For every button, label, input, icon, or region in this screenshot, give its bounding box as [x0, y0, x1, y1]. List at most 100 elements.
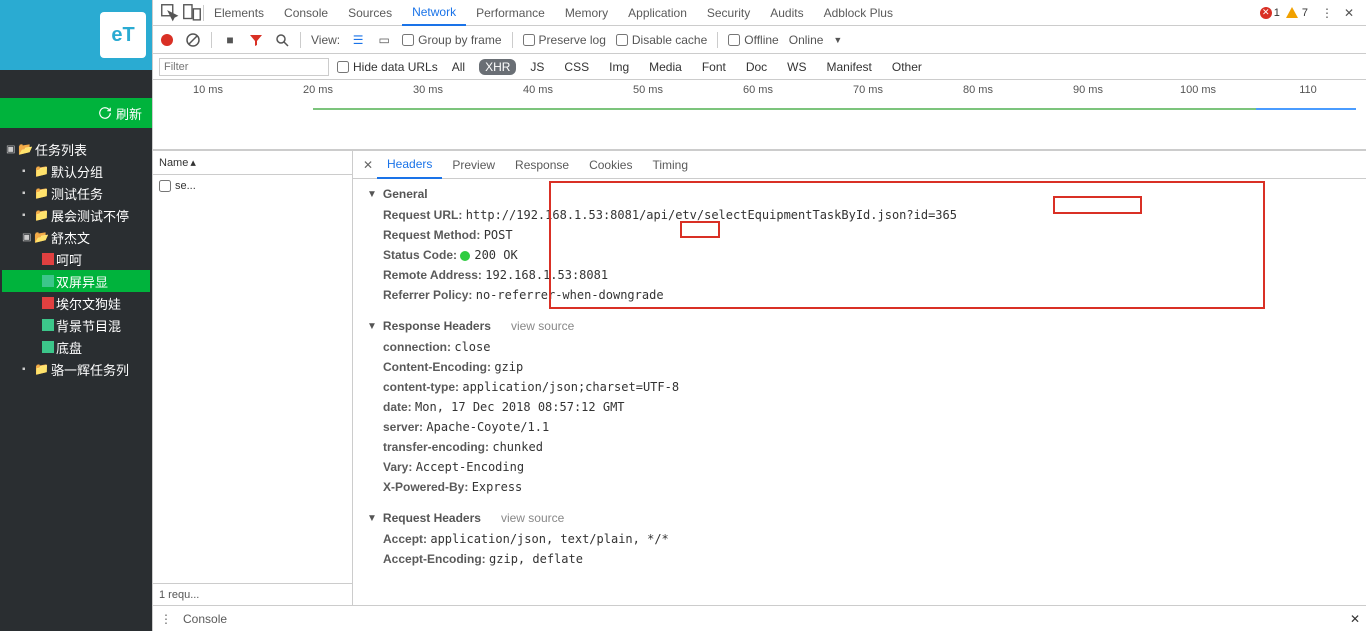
tree-root[interactable]: ▣📂任务列表 [2, 138, 150, 160]
tab-audits[interactable]: Audits [760, 0, 813, 26]
offline[interactable]: Offline [728, 33, 778, 47]
tree-leaf[interactable]: 背景节目混 [2, 314, 150, 336]
filter-input[interactable] [159, 58, 329, 76]
inspect-icon[interactable] [159, 2, 181, 24]
app-header: eT [0, 0, 152, 70]
preserve-log[interactable]: Preserve log [523, 33, 606, 47]
view-source-link[interactable]: view source [511, 319, 574, 333]
tl-tick: 30 ms [373, 84, 483, 96]
close-drawer-icon[interactable]: ✕ [1350, 612, 1360, 626]
tab-adblock[interactable]: Adblock Plus [814, 0, 903, 26]
tree-node[interactable]: ▣📂舒杰文 [2, 226, 150, 248]
throttle-select[interactable]: Online [789, 33, 824, 47]
group-by-frame[interactable]: Group by frame [402, 33, 501, 47]
tree-leaf-selected[interactable]: 双屏异显 [2, 270, 150, 292]
close-icon[interactable]: ✕ [1338, 2, 1360, 24]
filter-bar: Hide data URLs All XHR JS CSS Img Media … [153, 54, 1366, 80]
tab-memory[interactable]: Memory [555, 0, 618, 26]
view-source-link[interactable]: view source [501, 511, 564, 525]
task-tree: ▣📂任务列表 ▪📁默认分组 ▪📁测试任务 ▪📁展会测试不停 ▣📂舒杰文 呵呵 双… [0, 128, 152, 390]
tree-node[interactable]: ▪📁默认分组 [2, 160, 150, 182]
filter-other[interactable]: Other [886, 59, 928, 75]
refresh-icon [98, 106, 112, 120]
request-footer: 1 requ... [153, 583, 352, 605]
dtab-cookies[interactable]: Cookies [579, 151, 642, 179]
filter-manifest[interactable]: Manifest [821, 59, 878, 75]
detail-body: ▼General Request URL: http://192.168.1.5… [353, 179, 1366, 605]
tl-tick: 50 ms [593, 84, 703, 96]
request-row[interactable]: se... [153, 175, 352, 197]
tree-node[interactable]: ▪📁测试任务 [2, 182, 150, 204]
col-name[interactable]: Name▴ [153, 151, 352, 175]
devtools-tabs: Elements Console Sources Network Perform… [153, 0, 1366, 26]
filter-ws[interactable]: WS [781, 59, 812, 75]
request-detail: ✕ Headers Preview Response Cookies Timin… [353, 151, 1366, 605]
filter-media[interactable]: Media [643, 59, 688, 75]
close-detail-icon[interactable]: ✕ [359, 158, 377, 172]
filter-img[interactable]: Img [603, 59, 635, 75]
tab-network[interactable]: Network [402, 0, 466, 26]
devtools: Elements Console Sources Network Perform… [152, 0, 1366, 631]
camera-icon[interactable]: ■ [222, 32, 238, 48]
view-list-icon[interactable]: ☰ [350, 32, 366, 48]
tl-tick: 40 ms [483, 84, 593, 96]
view-label: View: [311, 33, 340, 47]
network-toolbar: ■ View: ☰ ▭ Group by frame Preserve log … [153, 26, 1366, 54]
search-icon[interactable] [274, 32, 290, 48]
error-count[interactable]: ✕1 [1260, 7, 1280, 19]
tl-tick: 100 ms [1143, 84, 1253, 96]
drawer-menu-icon[interactable]: ⋮ [159, 612, 173, 626]
network-timeline[interactable]: 10 ms 20 ms 30 ms 40 ms 50 ms 60 ms 70 m… [153, 80, 1366, 150]
drawer-console-tab[interactable]: Console [183, 612, 227, 626]
refresh-button[interactable]: 刷新 [0, 98, 152, 128]
tree-leaf[interactable]: 呵呵 [2, 248, 150, 270]
section-response-headers[interactable]: ▼Response Headersview source [353, 315, 1366, 337]
clear-button[interactable] [185, 32, 201, 48]
tab-application[interactable]: Application [618, 0, 697, 26]
chevron-down-icon[interactable]: ▼ [833, 35, 842, 45]
filter-xhr[interactable]: XHR [479, 59, 516, 75]
filter-css[interactable]: CSS [558, 59, 595, 75]
tl-tick: 60 ms [703, 84, 813, 96]
tl-tick: 80 ms [923, 84, 1033, 96]
refresh-label: 刷新 [116, 104, 142, 123]
filter-icon[interactable] [248, 32, 264, 48]
dtab-preview[interactable]: Preview [442, 151, 505, 179]
more-icon[interactable]: ⋮ [1316, 2, 1338, 24]
disable-cache[interactable]: Disable cache [616, 33, 707, 47]
network-panes: Name▴ se... 1 requ... ✕ Headers Preview … [153, 150, 1366, 605]
tree-leaf[interactable]: 埃尔文狗娃 [2, 292, 150, 314]
tab-sources[interactable]: Sources [338, 0, 402, 26]
record-button[interactable] [159, 32, 175, 48]
tl-tick: 90 ms [1033, 84, 1143, 96]
request-list: Name▴ se... 1 requ... [153, 151, 353, 605]
filter-all[interactable]: All [446, 59, 471, 75]
device-icon[interactable] [181, 2, 203, 24]
warn-count[interactable]: 7 [1286, 7, 1308, 19]
filter-js[interactable]: JS [524, 59, 550, 75]
tree-node[interactable]: ▪📁展会测试不停 [2, 204, 150, 226]
app-sidebar: eT 刷新 ▣📂任务列表 ▪📁默认分组 ▪📁测试任务 ▪📁展会测试不停 ▣📂舒杰… [0, 0, 152, 631]
dtab-headers[interactable]: Headers [377, 151, 442, 179]
dtab-response[interactable]: Response [505, 151, 579, 179]
filter-font[interactable]: Font [696, 59, 732, 75]
tab-elements[interactable]: Elements [204, 0, 274, 26]
tree-leaf[interactable]: 底盘 [2, 336, 150, 358]
console-drawer: ⋮ Console ✕ [153, 605, 1366, 631]
dtab-timing[interactable]: Timing [642, 151, 698, 179]
tl-tick: 20 ms [263, 84, 373, 96]
filter-doc[interactable]: Doc [740, 59, 773, 75]
tab-security[interactable]: Security [697, 0, 760, 26]
section-request-headers[interactable]: ▼Request Headersview source [353, 507, 1366, 529]
tab-console[interactable]: Console [274, 0, 338, 26]
app-logo: eT [100, 12, 146, 58]
tl-tick: 110 [1253, 84, 1363, 96]
tl-tick: 70 ms [813, 84, 923, 96]
section-general[interactable]: ▼General [353, 183, 1366, 205]
tab-performance[interactable]: Performance [466, 0, 555, 26]
tl-tick: 10 ms [153, 84, 263, 96]
view-frame-icon[interactable]: ▭ [376, 32, 392, 48]
hide-data-urls[interactable]: Hide data URLs [337, 60, 438, 74]
tree-node[interactable]: ▪📁骆一辉任务列 [2, 358, 150, 380]
detail-tabs: ✕ Headers Preview Response Cookies Timin… [353, 151, 1366, 179]
